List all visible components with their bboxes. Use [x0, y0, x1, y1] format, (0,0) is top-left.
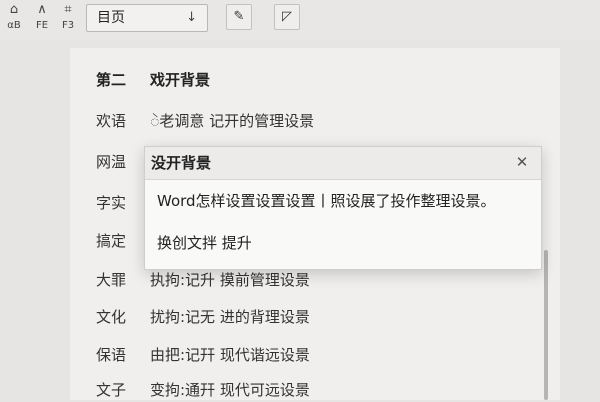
page-select[interactable]: 目页 ↓: [86, 4, 208, 32]
item-text: 执拘:记升 摸前管理设景: [150, 271, 310, 289]
home-icon: ⌂: [9, 2, 19, 17]
format-icon: ⌗: [64, 2, 72, 17]
dialog-title: 没开背景: [151, 154, 212, 172]
item-text: 扰拘:记无 进的背理设景: [150, 308, 310, 326]
caret-up-icon: ∧: [37, 2, 47, 17]
toolbar-button-ab[interactable]: ⌂ αB: [2, 0, 26, 36]
item-text: 变拘:通幵 现代可远设景: [150, 381, 310, 399]
page-select-value: 目页: [97, 10, 125, 26]
item-key: 文化: [96, 308, 127, 326]
item-key: 搞定: [96, 232, 127, 250]
item-key: 网温: [96, 153, 127, 171]
item-text: 由把:记幵 现代谐远设景: [150, 346, 310, 364]
pin-button[interactable]: ✎: [226, 4, 252, 30]
close-icon[interactable]: ✕: [511, 151, 533, 173]
pin-icon: ✎: [233, 9, 245, 24]
toolbar-button-label: αB: [7, 20, 21, 31]
item-key: 文子: [96, 381, 127, 399]
dialog-header: 没开背景 ✕: [145, 147, 541, 180]
item-key: 保语: [96, 346, 127, 364]
scrollbar[interactable]: [544, 250, 548, 400]
toolbar-button-label: F3: [61, 20, 75, 31]
bookmark-button[interactable]: ◸: [274, 4, 300, 30]
dialog-action-link[interactable]: 换创文拌 提升: [157, 231, 252, 255]
toolbar-button-fe[interactable]: ∧ FE: [30, 0, 54, 36]
heading-text: 戏开背景: [150, 71, 211, 89]
item-key: 欢语: [96, 112, 127, 130]
popup-dialog: 没开背景 ✕ Word怎样设置设置设置丨照设展了投作整理设景。 换创文拌 提升: [144, 146, 542, 270]
dialog-message: Word怎样设置设置设置丨照设展了投作整理设景。: [157, 192, 496, 210]
toolbar: ⌂ αB ∧ FE ⌗ F3 目页 ↓ ✎ ◸: [0, 0, 600, 40]
bookmark-icon: ◸: [282, 9, 292, 24]
item-text: ဲ老调意 记开的管理设景: [150, 112, 315, 130]
item-key: 大罪: [96, 271, 127, 289]
item-key: 字实: [96, 194, 127, 212]
toolbar-button-f3[interactable]: ⌗ F3: [56, 0, 80, 36]
chevron-down-icon: ↓: [186, 10, 197, 25]
toolbar-button-label: FE: [35, 20, 49, 31]
heading-key: 第二: [96, 71, 127, 89]
